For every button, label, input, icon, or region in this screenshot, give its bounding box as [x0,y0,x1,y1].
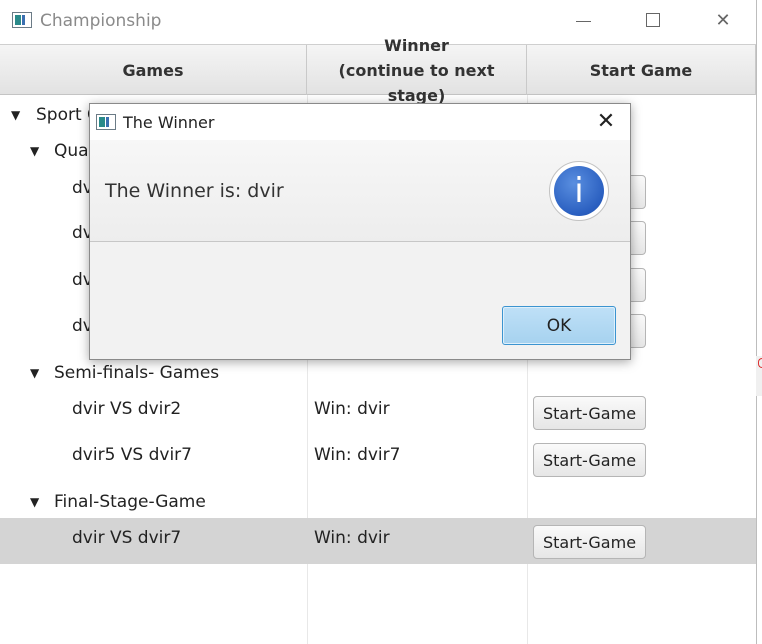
table-row[interactable]: dvir5 VS dvir7 Win: dvir7 Start-Game [0,439,756,485]
dialog-title: The Winner [123,113,215,132]
close-icon[interactable]: ✕ [588,108,624,136]
start-game-button[interactable]: Start-Game [533,396,646,430]
table-row-selected[interactable]: dvir VS dvir7 Win: dvir Start-Game [0,518,756,564]
tree-label-final: Final-Stage-Game [54,492,206,512]
winner-cell: Win: dvir [314,528,390,548]
close-icon[interactable]: ✕ [700,8,746,34]
table-row[interactable]: dvir VS dvir2 Win: dvir Start-Game [0,392,756,438]
window-title: Championship [40,11,162,31]
start-game-button[interactable]: Start-Game [533,443,646,477]
dialog-title-bar: The Winner ✕ [90,104,630,140]
background-window-edge [756,356,762,396]
start-game-label: Start-Game [542,450,637,470]
start-game-button[interactable]: Start-Game [533,525,646,559]
info-icon: i [549,161,609,221]
winner-dialog: The Winner ✕ The Winner is: dvir i OK [89,103,631,360]
maximize-icon[interactable] [630,8,676,34]
column-header-winner[interactable]: Winner (continue to next stage) [307,36,527,105]
dialog-message: The Winner is: dvir [105,180,284,202]
expand-arrow-icon[interactable]: ▼ [30,144,39,158]
game-name: dvir VS dvir2 [72,399,182,419]
tree-label-semi-finals: Semi-finals- Games [54,363,220,383]
winner-header-line1: Winner [384,35,449,55]
expand-arrow-icon[interactable]: ▼ [11,108,20,122]
table-header: Games Winner (continue to next stage) Sta… [0,36,756,105]
winner-cell: Win: dvir [314,399,390,419]
dialog-header: The Winner is: dvir i [90,140,630,242]
winner-cell: Win: dvir7 [314,445,401,465]
expand-arrow-icon[interactable]: ▼ [30,495,39,509]
app-icon [96,114,116,130]
column-header-games[interactable]: Games [0,45,307,95]
start-game-label: Start-Game [542,532,637,552]
ok-button[interactable]: OK [502,306,616,345]
start-game-label: Start-Game [542,403,637,423]
game-name: dvir5 VS dvir7 [72,445,192,465]
expand-arrow-icon[interactable]: ▼ [30,366,39,380]
minimize-icon[interactable] [560,8,606,34]
app-icon [12,12,32,28]
info-glyph: i [554,166,604,216]
column-header-start-game[interactable]: Start Game [527,45,756,95]
game-name: dvir VS dvir7 [72,528,182,548]
